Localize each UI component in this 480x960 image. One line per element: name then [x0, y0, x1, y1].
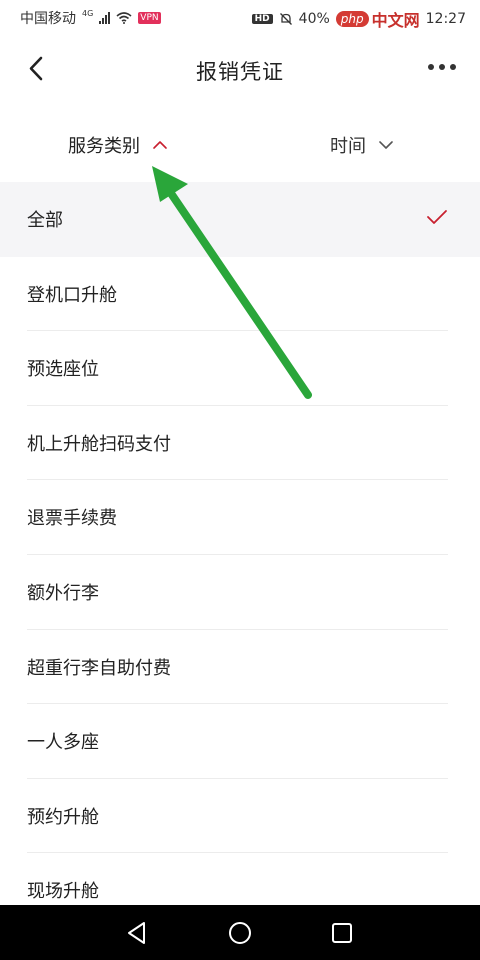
home-circle-icon[interactable] [227, 920, 253, 946]
network-type: 4G [82, 8, 94, 18]
filter-tab-service-category[interactable]: 服务类别 [68, 132, 168, 158]
filter-bar: 服务类别 时间 [0, 108, 480, 182]
more-button[interactable] [428, 64, 456, 70]
wifi-icon [116, 12, 132, 24]
clock: 12:27 [425, 11, 466, 27]
status-bar: 中国移动 4G VPN HD 40% php 中文网 12:27 [0, 0, 480, 34]
hd-badge: HD [251, 14, 273, 24]
watermark-logo: php 中文网 [335, 7, 420, 31]
category-item[interactable]: 机上升舱扫码支付 [0, 406, 480, 481]
vpn-badge: VPN [138, 12, 161, 24]
watermark-cn: 中文网 [371, 11, 420, 30]
filter-tab-label: 服务类别 [68, 136, 140, 157]
watermark-php: php [335, 11, 369, 27]
category-label: 登机口升舱 [27, 284, 117, 306]
category-list: 全部 登机口升舱 预选座位 机上升舱扫码支付 退票手续费 额外行李 超重行李自助… [0, 182, 480, 928]
carrier-name: 中国移动 [20, 11, 76, 27]
category-label: 超重行李自助付费 [27, 657, 171, 679]
category-label: 现场升舱 [27, 881, 99, 903]
page-title: 报销凭证 [196, 60, 284, 84]
category-label: 预选座位 [27, 359, 99, 381]
chevron-down-icon [379, 141, 393, 149]
category-item[interactable]: 登机口升舱 [0, 257, 480, 332]
category-item[interactable]: 一人多座 [0, 704, 480, 779]
category-label: 机上升舱扫码支付 [27, 433, 171, 455]
category-label: 预约升舱 [27, 806, 99, 828]
chevron-up-icon [153, 141, 167, 149]
navigation-bar [0, 905, 480, 960]
category-item-all[interactable]: 全部 [0, 182, 480, 257]
filter-tab-label: 时间 [330, 136, 366, 157]
status-right: HD 40% php 中文网 12:27 [251, 7, 466, 31]
battery-level: 40% [298, 11, 330, 27]
category-label: 全部 [27, 210, 63, 231]
category-item[interactable]: 超重行李自助付费 [0, 630, 480, 705]
status-left: 中国移动 4G VPN [20, 8, 161, 28]
category-item[interactable]: 退票手续费 [0, 480, 480, 555]
category-label: 一人多座 [27, 732, 99, 754]
check-icon [427, 210, 447, 224]
category-label: 退票手续费 [27, 508, 117, 530]
category-item[interactable]: 预选座位 [0, 331, 480, 406]
signal-icon [99, 12, 111, 24]
more-horizontal-icon [428, 64, 434, 70]
back-triangle-icon[interactable] [124, 920, 150, 946]
category-label: 额外行李 [27, 582, 99, 604]
category-item[interactable]: 额外行李 [0, 555, 480, 630]
category-item[interactable]: 预约升舱 [0, 779, 480, 854]
filter-tab-time[interactable]: 时间 [330, 132, 394, 158]
mute-bell-icon [279, 13, 292, 25]
header: 报销凭证 [0, 34, 480, 108]
recents-square-icon[interactable] [329, 920, 355, 946]
